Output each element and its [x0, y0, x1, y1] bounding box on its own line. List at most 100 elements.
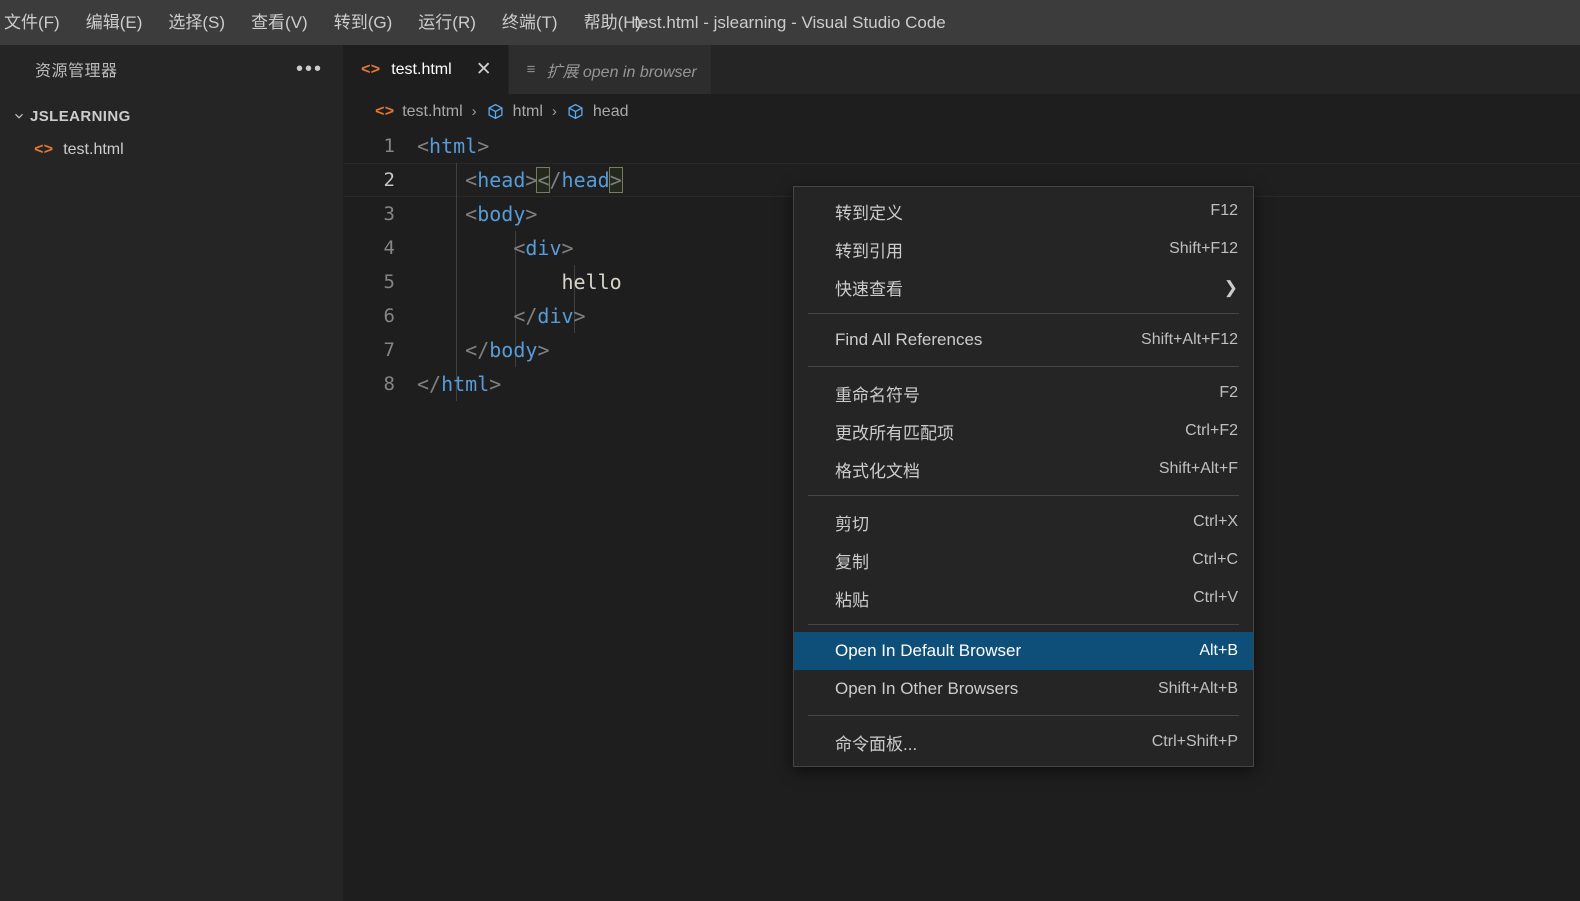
extension-list-icon: ≡: [526, 61, 536, 78]
context-menu-item[interactable]: 更改所有匹配项 Ctrl+F2: [794, 412, 1253, 450]
editor-context-menu[interactable]: 转到定义 F12 转到引用 Shift+F12 快速查看 ❯ Find All Refere…: [793, 186, 1254, 767]
context-menu-item-shortcut: Ctrl+V: [1193, 589, 1238, 606]
context-menu-item[interactable]: 重命名符号 F2: [794, 374, 1253, 412]
line-number: 7: [383, 339, 395, 361]
context-menu-item[interactable]: Open In Other Browsers Shift+Alt+B: [794, 670, 1253, 708]
line-number: 2: [383, 169, 395, 191]
context-menu-item-label: 粘贴: [835, 590, 869, 610]
context-menu-item-label: Find All References: [835, 330, 983, 349]
breadcrumb-separator: ›: [471, 103, 477, 120]
breadcrumb: <> test.html › html › head: [343, 94, 1580, 129]
context-menu-item-label: Open In Other Browsers: [835, 679, 1019, 698]
close-icon[interactable]: ✕: [474, 60, 494, 79]
title-bar: 文件(F) 编辑(E) 选择(S) 查看(V) 转到(G) 运行(R) 终端(T) 帮助(H)…: [0, 0, 1580, 45]
breadcrumb-separator: ›: [551, 103, 557, 120]
context-menu-item-shortcut: F2: [1219, 384, 1238, 401]
context-menu-item-label: 复制: [835, 552, 869, 572]
context-menu-item-label: 格式化文档: [835, 461, 920, 481]
context-menu-item[interactable]: 复制 Ctrl+C: [794, 541, 1253, 579]
context-menu-item-shortcut: Shift+Alt+F12: [1141, 331, 1238, 348]
menu-item-3[interactable]: 选择(S): [155, 9, 238, 37]
context-menu-item[interactable]: Open In Default Browser Alt+B: [794, 632, 1253, 670]
context-menu-item-label: 转到引用: [835, 241, 903, 261]
tab-open-in-browser[interactable]: ≡ 扩展 open in browser: [508, 45, 712, 94]
line-content: </html>: [417, 372, 502, 396]
line-content: </body>: [465, 338, 550, 362]
bracket-match-highlight: >: [608, 167, 623, 193]
tab-test-html[interactable]: <> test.html ✕: [343, 45, 509, 94]
symbol-cube-icon: [566, 102, 585, 121]
context-menu-item[interactable]: 转到引用 Shift+F12: [794, 230, 1253, 268]
context-menu-item-label: Open In Default Browser: [835, 641, 1022, 660]
html-file-icon: <>: [375, 102, 395, 121]
tab-bar: <> test.html ✕ ≡ 扩展 open in browser: [343, 45, 1580, 94]
explorer-title: 资源管理器: [35, 63, 118, 80]
menu-item-4[interactable]: 查看(V): [238, 9, 321, 37]
context-menu-item-label: 重命名符号: [835, 385, 920, 405]
context-menu-item-shortcut: F12: [1210, 202, 1238, 219]
file-tree: JSLEARNING <> test.html: [0, 99, 343, 167]
line-content: </div>: [513, 304, 586, 328]
tree-file-label: test.html: [63, 141, 124, 158]
context-menu-item-shortcut: Alt+B: [1199, 642, 1238, 659]
context-menu-item-shortcut: Ctrl+C: [1192, 551, 1238, 568]
menu-item-5[interactable]: 转到(G): [321, 9, 406, 37]
line-content: <head></head>: [465, 167, 623, 193]
context-menu-item-shortcut: Shift+Alt+F: [1158, 460, 1238, 477]
breadcrumb-item-html[interactable]: html: [486, 102, 543, 121]
menu-separator: [808, 313, 1239, 314]
menu-item-2[interactable]: 编辑(E): [73, 9, 156, 37]
tree-file-test-html[interactable]: <> test.html: [0, 133, 343, 167]
chevron-right-icon: ❯: [1223, 277, 1238, 297]
line-content: hello: [561, 270, 622, 294]
context-menu-item-label: 剪切: [835, 514, 869, 534]
context-menu-item[interactable]: 转到定义 F12: [794, 192, 1253, 230]
context-menu-item-label: 命令面板...: [835, 734, 918, 754]
line-number: 6: [383, 305, 395, 327]
breadcrumb-item-head[interactable]: head: [566, 102, 629, 121]
menu-bar[interactable]: 文件(F) 编辑(E) 选择(S) 查看(V) 转到(G) 运行(R) 终端(T) 帮助(H): [0, 0, 654, 45]
menu-separator: [808, 624, 1239, 625]
context-menu-item[interactable]: 剪切 Ctrl+X: [794, 503, 1253, 541]
ellipsis-icon[interactable]: •••: [296, 59, 323, 79]
menu-separator: [808, 495, 1239, 496]
context-menu-item-label: 更改所有匹配项: [835, 423, 954, 443]
explorer-sidebar: 资源管理器 ••• JSLEARNING <> test.html: [0, 45, 343, 901]
context-menu-item-label: 快速查看: [835, 279, 903, 299]
context-menu-item-shortcut: Ctrl+Shift+P: [1151, 733, 1238, 750]
menu-item-8[interactable]: 帮助(H): [571, 9, 655, 37]
context-menu-item[interactable]: Find All References Shift+Alt+F12: [794, 321, 1253, 359]
tree-folder-jslearning[interactable]: JSLEARNING: [0, 99, 343, 133]
menu-separator: [808, 715, 1239, 716]
html-file-icon: <>: [34, 141, 54, 159]
line-number: 4: [383, 237, 395, 259]
line-number: 1: [383, 135, 395, 157]
menu-item-7[interactable]: 终端(T): [489, 9, 571, 37]
context-menu-item-shortcut: Shift+F12: [1169, 240, 1238, 257]
context-menu-item-shortcut: Ctrl+F2: [1185, 422, 1238, 439]
explorer-header: 资源管理器 •••: [0, 45, 343, 93]
breadcrumb-label: test.html: [402, 102, 463, 120]
breadcrumb-item-file[interactable]: <> test.html: [375, 103, 463, 121]
tab-label: test.html: [391, 60, 452, 78]
breadcrumb-label: head: [592, 102, 629, 120]
context-menu-item[interactable]: 快速查看 ❯: [794, 268, 1253, 306]
vscode-window: 文件(F) 编辑(E) 选择(S) 查看(V) 转到(G) 运行(R) 终端(T) 帮助(H)…: [0, 0, 1580, 901]
context-menu-item-label: 转到定义: [835, 203, 903, 223]
bracket-match-highlight: <: [536, 167, 551, 193]
menu-item-1[interactable]: 文件(F): [0, 9, 73, 37]
line-number: 5: [383, 271, 395, 293]
symbol-cube-icon: [486, 102, 505, 121]
tab-label: 扩展 open in browser: [546, 63, 697, 81]
line-number: 3: [383, 203, 395, 225]
menu-item-6[interactable]: 运行(R): [405, 9, 489, 37]
context-menu-item[interactable]: 命令面板... Ctrl+Shift+P: [794, 723, 1253, 761]
line-content: <div>: [513, 236, 574, 260]
line-number: 8: [383, 373, 395, 395]
chevron-down-icon: [8, 109, 30, 123]
menu-separator: [808, 366, 1239, 367]
breadcrumb-label: html: [512, 102, 543, 120]
context-menu-item[interactable]: 格式化文档 Shift+Alt+F: [794, 450, 1253, 488]
context-menu-item[interactable]: 粘贴 Ctrl+V: [794, 579, 1253, 617]
context-menu-item-shortcut: Shift+Alt+B: [1157, 680, 1238, 697]
